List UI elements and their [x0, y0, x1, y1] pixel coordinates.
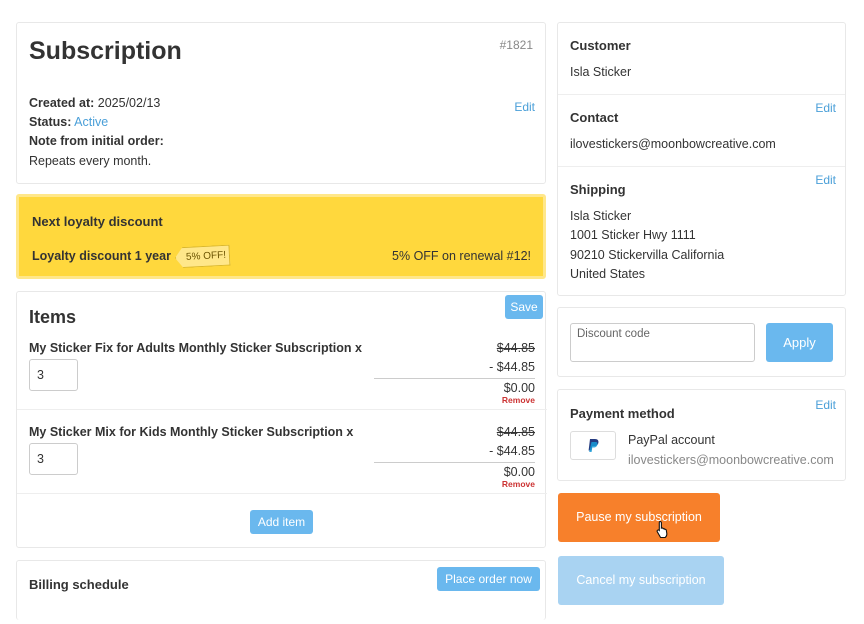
items-card: Items Save My Sticker Fix for Adults Mon…: [16, 291, 547, 548]
status-value: Active: [74, 115, 109, 129]
created-at-label: Created at:: [29, 96, 95, 110]
pause-subscription-button[interactable]: Pause my subscription: [558, 493, 720, 542]
subscription-number: #1821: [499, 38, 533, 52]
paypal-icon: [570, 431, 616, 460]
cancel-subscription-button[interactable]: Cancel my subscription: [558, 556, 724, 605]
item-name: My Sticker Fix for Adults Monthly Sticke…: [29, 341, 362, 355]
shipping-line: Isla Sticker: [570, 209, 632, 223]
status-row: Status: Active: [29, 115, 108, 129]
mouse-cursor-icon: [655, 520, 669, 541]
quantity-input[interactable]: 3: [29, 359, 78, 391]
discount-code-input[interactable]: Discount code: [570, 323, 755, 362]
note-value: Repeats every month.: [29, 154, 152, 168]
list-item: My Sticker Mix for Kids Monthly Sticker …: [17, 425, 547, 494]
save-button[interactable]: Save: [505, 295, 543, 319]
section-divider: [558, 166, 845, 167]
items-title: Items: [29, 307, 77, 327]
created-at-row: Created at: 2025/02/13: [29, 96, 160, 110]
payment-account: PayPal account: [628, 433, 715, 447]
item-original-price: $44.85: [496, 425, 535, 439]
shipping-edit-link[interactable]: Edit: [815, 173, 836, 187]
add-item-button[interactable]: Add item: [250, 510, 313, 534]
item-name: My Sticker Mix for Kids Monthly Sticker …: [29, 425, 354, 439]
loyalty-tag: 5% OFF!: [174, 245, 230, 269]
subscription-edit-link[interactable]: Edit: [514, 100, 535, 114]
customer-title: Customer: [570, 38, 631, 53]
price-divider: [374, 462, 535, 463]
item-final-price: $0.00: [503, 465, 535, 479]
contact-edit-link[interactable]: Edit: [815, 101, 836, 115]
customer-name: Isla Sticker: [570, 65, 632, 79]
section-divider: [558, 94, 845, 95]
contact-title: Contact: [570, 110, 619, 125]
remove-link[interactable]: Remove: [502, 395, 535, 405]
note-label: Note from initial order:: [29, 134, 164, 148]
customer-card: Customer Isla Sticker Contact Edit ilove…: [557, 22, 846, 296]
contact-email: ilovestickers@moonbowcreative.com: [570, 137, 776, 151]
loyalty-renewal-text: 5% OFF on renewal #12!: [392, 249, 531, 263]
subscription-card: Subscription #1821 Created at: 2025/02/1…: [16, 22, 546, 184]
created-at-value: 2025/02/13: [97, 96, 161, 110]
status-label: Status:: [29, 115, 72, 129]
billing-schedule-card: Billing schedule Place order now: [16, 560, 546, 620]
remove-link[interactable]: Remove: [502, 479, 535, 489]
payment-method-card: Payment method Edit PayPal account ilove…: [557, 389, 846, 481]
item-discount: - $44.85: [489, 444, 535, 458]
item-original-price: $44.85: [496, 341, 535, 355]
discount-card: Discount code Apply: [557, 307, 846, 377]
item-discount: - $44.85: [489, 360, 535, 374]
payment-method-title: Payment method: [570, 406, 675, 421]
page-title: Subscription: [29, 37, 182, 65]
price-divider: [374, 378, 535, 379]
loyalty-banner: Next loyalty discount Loyalty discount 1…: [16, 194, 546, 279]
shipping-line: 1001 Sticker Hwy 1111: [570, 228, 696, 242]
payment-email: ilovestickers@moonbowcreative.com: [628, 453, 834, 467]
quantity-input[interactable]: 3: [29, 443, 78, 475]
shipping-line: 90210 Stickervilla California: [570, 248, 725, 262]
place-order-button[interactable]: Place order now: [437, 567, 540, 591]
shipping-title: Shipping: [570, 182, 626, 197]
list-item: My Sticker Fix for Adults Monthly Sticke…: [17, 341, 547, 410]
loyalty-discount-name: Loyalty discount 1 year: [32, 249, 171, 263]
shipping-line: United States: [570, 267, 646, 281]
billing-schedule-title: Billing schedule: [29, 577, 129, 592]
item-final-price: $0.00: [503, 381, 535, 395]
apply-button[interactable]: Apply: [766, 323, 833, 362]
payment-edit-link[interactable]: Edit: [815, 398, 836, 412]
loyalty-title: Next loyalty discount: [32, 214, 163, 229]
